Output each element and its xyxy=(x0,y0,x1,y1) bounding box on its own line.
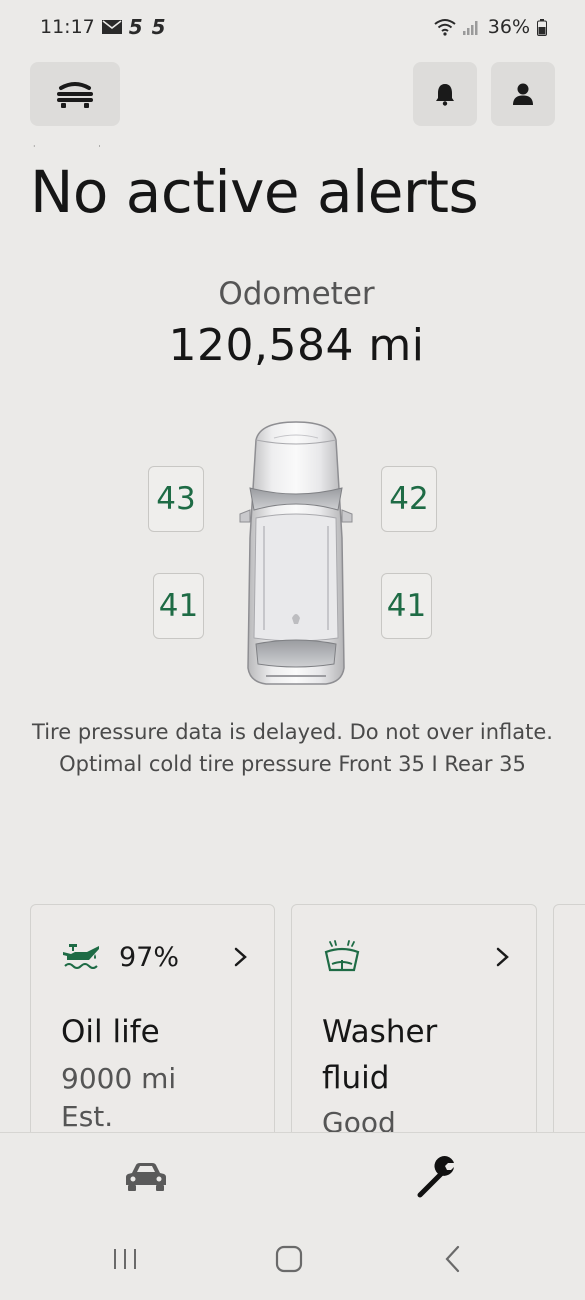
tire-pressure-note: Tire pressure data is delayed. Do not ov… xyxy=(30,716,555,780)
tire-pressure-front-right: 42 xyxy=(381,466,437,532)
oil-life-percent: 97% xyxy=(119,941,180,973)
bell-icon xyxy=(436,84,454,106)
nav-service[interactable] xyxy=(414,1156,462,1198)
system-nav-bar xyxy=(0,1218,585,1300)
tire-note-delay: Tire pressure data is delayed. Do not ov… xyxy=(32,720,553,744)
tire-pressure-rear-left: 41 xyxy=(153,573,204,639)
windshield-washer-icon xyxy=(324,940,360,972)
next-card-peek[interactable] xyxy=(553,904,585,1144)
mail-notification-icon xyxy=(101,20,122,34)
recent-apps-button[interactable] xyxy=(105,1242,145,1276)
oil-life-card[interactable]: 97% Oil life 9000 mi Est. xyxy=(30,904,275,1144)
clock: 11:17 xyxy=(40,16,95,38)
washer-fluid-title-line1: Washer xyxy=(322,1014,438,1050)
account-button[interactable] xyxy=(491,62,555,126)
vehicle-menu-button[interactable] xyxy=(30,62,120,126)
nav-vehicle[interactable] xyxy=(122,1157,170,1197)
oil-life-title: Oil life xyxy=(61,1014,160,1050)
status-right: 36% xyxy=(434,16,547,38)
oil-life-card-header: 97% xyxy=(61,935,250,979)
back-button[interactable] xyxy=(433,1242,473,1276)
notification-badges: 5 5 xyxy=(128,15,167,39)
status-left: 11:17 5 5 xyxy=(40,15,167,39)
account-icon xyxy=(513,83,533,105)
status-bar: 11:17 5 5 36% xyxy=(0,0,585,54)
page-title: No active alerts xyxy=(30,158,479,226)
washer-fluid-title: Washer fluid xyxy=(322,1009,520,1101)
battery-percent: 36% xyxy=(487,16,530,38)
home-icon xyxy=(275,1245,303,1273)
home-button[interactable] xyxy=(269,1242,309,1276)
chevron-right-icon xyxy=(496,947,509,967)
tire-pressure-rear-right: 41 xyxy=(381,573,432,639)
notifications-button[interactable] xyxy=(413,62,477,126)
oil-can-icon xyxy=(63,944,99,969)
recent-apps-icon xyxy=(114,1249,136,1269)
divider-dots: · · xyxy=(33,142,131,151)
battery-icon xyxy=(537,18,547,36)
oil-life-est: Est. xyxy=(61,1100,114,1133)
washer-fluid-card-header xyxy=(322,935,512,979)
odometer-value: 120,584 mi xyxy=(168,320,425,371)
washer-fluid-title-line2: fluid xyxy=(322,1060,390,1096)
wrench-icon xyxy=(417,1156,454,1198)
car-icon xyxy=(126,1163,166,1191)
signal-icon xyxy=(462,21,478,35)
oil-life-miles: 9000 mi xyxy=(61,1062,177,1095)
vehicle-menu-icon xyxy=(57,82,93,108)
chevron-right-icon xyxy=(234,947,247,967)
wifi-icon xyxy=(434,19,456,36)
car-top-view-image xyxy=(239,421,353,685)
tire-note-optimal: Optimal cold tire pressure Front 35 I Re… xyxy=(59,752,526,776)
bottom-nav xyxy=(0,1132,585,1218)
tire-pressure-front-left: 43 xyxy=(148,466,204,532)
odometer-label: Odometer xyxy=(218,276,375,312)
back-icon xyxy=(445,1245,460,1273)
washer-fluid-card[interactable]: Washer fluid Good xyxy=(291,904,537,1144)
